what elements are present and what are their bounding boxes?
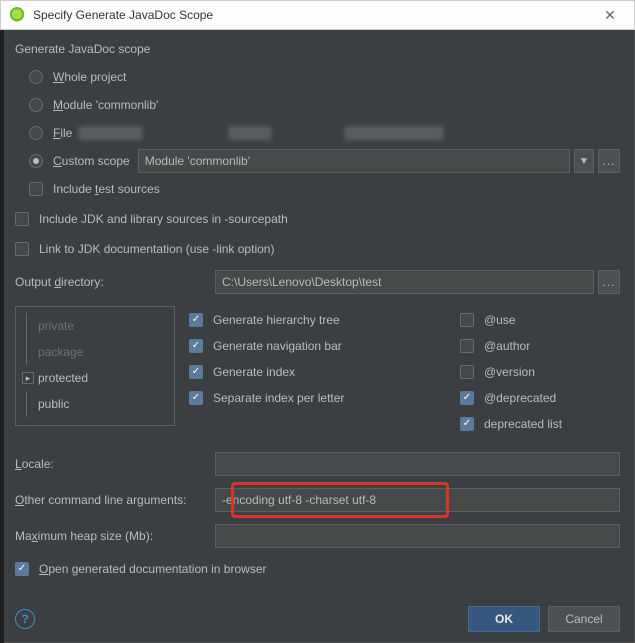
radio-file[interactable]: File <box>29 120 620 146</box>
vis-public[interactable]: public <box>22 391 168 417</box>
output-directory-input[interactable] <box>215 270 594 294</box>
check-deprecated-tag[interactable]: @deprecated <box>460 386 620 410</box>
output-directory-label: Output directory: <box>15 275 215 289</box>
check-navigation-bar[interactable]: Generate navigation bar <box>189 334 446 358</box>
tag-options-column: @use @author @version @deprecated deprec… <box>460 306 620 438</box>
dialog-footer: ? OK Cancel <box>15 598 620 632</box>
check-label: @deprecated <box>484 391 556 405</box>
close-icon[interactable]: ✕ <box>590 1 630 29</box>
titlebar[interactable]: Specify Generate JavaDoc Scope ✕ <box>0 0 635 30</box>
output-browse-button[interactable]: ... <box>598 270 620 294</box>
locale-row: Locale: <box>15 452 620 476</box>
scope-section-label: Generate JavaDoc scope <box>15 42 620 56</box>
cli-args-row: Other command line arguments: <box>15 488 620 512</box>
radio-label: Module 'commonlib' <box>53 98 158 112</box>
check-open-browser[interactable]: Open generated documentation in browser <box>15 556 620 582</box>
heap-size-input[interactable] <box>215 524 620 548</box>
check-label: deprecated list <box>484 417 562 431</box>
check-label: @version <box>484 365 535 379</box>
vis-package[interactable]: package <box>22 339 168 365</box>
checkbox-icon <box>29 182 43 196</box>
checkbox-icon <box>460 313 474 327</box>
radio-icon <box>29 98 43 112</box>
radio-label: Custom scope <box>53 154 130 168</box>
check-include-tests[interactable]: Include test sources <box>29 176 620 202</box>
check-label: @use <box>484 313 516 327</box>
check-generate-index[interactable]: Generate index <box>189 360 446 384</box>
check-label: Include JDK and library sources in -sour… <box>39 212 288 226</box>
radio-label: File <box>53 126 72 140</box>
checkbox-icon <box>460 417 474 431</box>
check-label: Generate index <box>213 365 295 379</box>
heap-size-row: Maximum heap size (Mb): <box>15 524 620 548</box>
check-include-jdk-sources[interactable]: Include JDK and library sources in -sour… <box>15 206 620 232</box>
chevron-down-icon: ▼ <box>579 156 589 167</box>
checkbox-icon <box>460 339 474 353</box>
check-separate-index[interactable]: Separate index per letter <box>189 386 446 410</box>
check-link-jdk-doc[interactable]: Link to JDK documentation (use -link opt… <box>15 236 620 262</box>
checkbox-icon <box>15 212 29 226</box>
checkbox-icon <box>15 562 29 576</box>
check-label: Open generated documentation in browser <box>39 562 267 576</box>
radio-icon <box>29 126 43 140</box>
ok-button[interactable]: OK <box>468 606 540 632</box>
checkbox-icon <box>189 339 203 353</box>
checkbox-icon <box>460 365 474 379</box>
vis-private[interactable]: private <box>22 313 168 339</box>
check-label: Link to JDK documentation (use -link opt… <box>39 242 274 256</box>
locale-label: Locale: <box>15 457 215 471</box>
dialog-body: Generate JavaDoc scope Whole project Mod… <box>0 30 635 643</box>
visibility-tree[interactable]: private package ▸protected public <box>15 306 175 426</box>
heap-size-label: Maximum heap size (Mb): <box>15 529 215 543</box>
checkbox-icon <box>189 391 203 405</box>
check-version-tag[interactable]: @version <box>460 360 620 384</box>
mid-options: private package ▸protected public Genera… <box>15 306 620 438</box>
radio-module[interactable]: Module 'commonlib' <box>29 92 620 118</box>
scope-radio-group: Whole project Module 'commonlib' File Cu… <box>15 62 620 204</box>
check-hierarchy-tree[interactable]: Generate hierarchy tree <box>189 308 446 332</box>
ide-left-edge <box>0 30 4 643</box>
checkbox-icon <box>460 391 474 405</box>
generate-options-column: Generate hierarchy tree Generate navigat… <box>189 306 446 438</box>
check-label: Include test sources <box>53 182 160 196</box>
radio-icon <box>29 70 43 84</box>
output-directory-row: Output directory: ... <box>15 270 620 294</box>
check-author-tag[interactable]: @author <box>460 334 620 358</box>
check-label: @author <box>484 339 530 353</box>
checkbox-icon <box>189 313 203 327</box>
checkbox-icon <box>15 242 29 256</box>
combo-value: Module 'commonlib' <box>145 154 250 168</box>
file-path-blurred <box>78 126 508 140</box>
check-label: Generate hierarchy tree <box>213 313 340 327</box>
tree-expand-icon: ▸ <box>22 372 34 384</box>
check-use-tag[interactable]: @use <box>460 308 620 332</box>
cli-args-input[interactable] <box>215 488 620 512</box>
combo-dropdown-button[interactable]: ▼ <box>574 149 594 173</box>
radio-custom-scope[interactable]: Custom scope Module 'commonlib' ▼ ... <box>29 148 620 174</box>
check-deprecated-list[interactable]: deprecated list <box>460 412 620 436</box>
cli-args-label: Other command line arguments: <box>15 493 215 507</box>
cancel-button[interactable]: Cancel <box>548 606 620 632</box>
scope-ellipsis-button[interactable]: ... <box>598 149 620 173</box>
radio-label: Whole project <box>53 70 126 84</box>
radio-whole-project[interactable]: Whole project <box>29 64 620 90</box>
window-title: Specify Generate JavaDoc Scope <box>33 8 590 22</box>
check-label: Separate index per letter <box>213 391 344 405</box>
vis-protected[interactable]: ▸protected <box>22 365 168 391</box>
help-icon[interactable]: ? <box>15 609 35 629</box>
checkbox-icon <box>189 365 203 379</box>
locale-input[interactable] <box>215 452 620 476</box>
radio-icon <box>29 154 43 168</box>
custom-scope-combo[interactable]: Module 'commonlib' <box>138 149 570 173</box>
check-label: Generate navigation bar <box>213 339 342 353</box>
app-icon <box>9 7 25 23</box>
